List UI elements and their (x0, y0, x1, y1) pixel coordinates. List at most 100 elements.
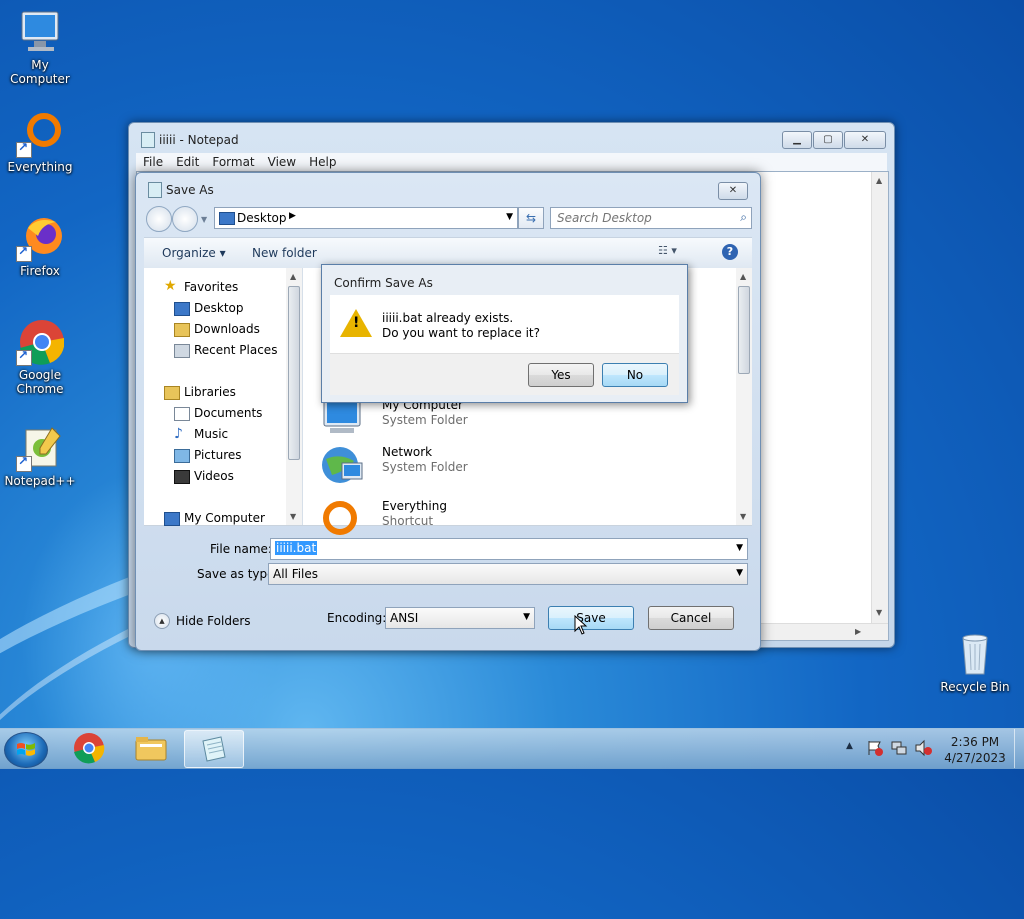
taskbar-explorer[interactable] (122, 730, 180, 766)
nav-downloads[interactable]: Downloads (194, 322, 260, 336)
file-name: Everything (382, 499, 447, 513)
menu-edit[interactable]: Edit (169, 153, 205, 169)
file-list-scrollbar[interactable]: ▲ ▼ (736, 268, 752, 525)
star-icon: ★ (164, 278, 177, 294)
network-icon[interactable] (890, 739, 908, 757)
scroll-thumb[interactable] (738, 286, 750, 374)
nav-documents[interactable]: Documents (194, 406, 262, 420)
back-button[interactable] (146, 206, 172, 232)
volume-muted-icon[interactable] (914, 739, 932, 757)
forward-button[interactable] (172, 206, 198, 232)
nav-pictures[interactable]: Pictures (194, 448, 242, 462)
file-name-label: File name: (210, 542, 272, 556)
desktop-icon-label: Firefox (20, 264, 60, 278)
scroll-down-icon: ▼ (290, 512, 297, 521)
taskbar-chrome[interactable] (60, 730, 118, 766)
save-as-type-select[interactable]: All Files ▼ (268, 563, 748, 585)
encoding-select[interactable]: ANSI ▼ (385, 607, 535, 629)
file-type: System Folder (382, 413, 468, 427)
save-as-type-label: Save as type: (197, 567, 279, 581)
show-desktop-button[interactable] (1014, 729, 1024, 768)
minimize-button[interactable]: ▁ (782, 131, 812, 149)
desktop-icon-recycle-bin[interactable]: Recycle Bin (935, 630, 1015, 694)
yes-button[interactable]: Yes (528, 363, 594, 387)
file-type: Shortcut (382, 514, 434, 528)
new-folder-button[interactable]: New folder (252, 246, 317, 260)
taskbar-notepad[interactable] (184, 730, 244, 768)
show-hidden-icons-icon[interactable]: ▲ (846, 741, 853, 751)
clock-time: 2:36 PM (950, 735, 1000, 749)
save-button[interactable]: Save (548, 606, 634, 630)
cancel-button[interactable]: Cancel (648, 606, 734, 630)
mouse-cursor-icon (574, 615, 588, 635)
nav-music[interactable]: Music (194, 427, 228, 441)
maximize-button[interactable]: ▢ (813, 131, 843, 149)
system-clock[interactable]: 2:36 PM 4/27/2023 (940, 734, 1010, 766)
scroll-down-icon: ▼ (740, 512, 747, 521)
desktop-icon-label: My Computer (10, 58, 70, 86)
notepad-title: iiiii - Notepad (159, 133, 239, 147)
menu-help[interactable]: Help (302, 153, 342, 169)
menu-file[interactable]: File (136, 153, 169, 169)
file-name-field[interactable]: iiiii.bat ▼ (270, 538, 748, 560)
confirm-title: Confirm Save As (334, 276, 433, 290)
encoding-value: ANSI (390, 611, 419, 625)
confirm-save-as-dialog[interactable]: Confirm Save As ! iiiii.bat already exis… (321, 264, 688, 403)
help-icon[interactable]: ? (722, 244, 738, 260)
scroll-thumb[interactable] (288, 286, 300, 460)
recent-locations-icon[interactable]: ▼ (201, 215, 207, 224)
view-options-icon[interactable]: ☷ ▾ (658, 244, 692, 257)
nav-favorites[interactable]: Favorites (184, 280, 238, 294)
desktop-icon-label: Google Chrome (16, 368, 64, 396)
libraries-icon (164, 386, 180, 400)
desktop-icon-my-computer[interactable]: My Computer (0, 8, 80, 86)
desktop-icon-chrome[interactable]: Google Chrome (0, 318, 80, 396)
encoding-label: Encoding: (327, 611, 387, 625)
search-input[interactable] (557, 211, 727, 225)
breadcrumb-arrow-icon[interactable]: ▶ (289, 211, 296, 221)
computer-icon (320, 398, 364, 442)
nav-my-computer[interactable]: My Computer (184, 511, 265, 525)
nav-videos[interactable]: Videos (194, 469, 234, 483)
close-button[interactable]: ✕ (718, 182, 748, 200)
vertical-scrollbar[interactable]: ▲ ▼ (871, 172, 888, 624)
chevron-down-icon[interactable]: ▼ (506, 212, 513, 222)
everything-icon (16, 110, 64, 158)
confirm-message-line1: iiiii.bat already exists. (382, 311, 514, 325)
address-bar[interactable]: Desktop ▶ ▼ (214, 207, 518, 229)
nav-recent-places[interactable]: Recent Places (194, 343, 277, 357)
chrome-icon (16, 318, 65, 366)
action-center-flag-icon[interactable] (866, 739, 884, 757)
notepad-plus-plus-icon (16, 424, 64, 472)
monitor-icon (16, 8, 64, 56)
nav-scrollbar[interactable]: ▲ ▼ (286, 268, 302, 525)
organize-button[interactable]: Organize ▾ (162, 246, 226, 260)
confirm-message-area: ! iiiii.bat already exists. Do you want … (330, 295, 679, 353)
navigation-pane: ★ Favorites Desktop Downloads Recent Pla… (144, 268, 303, 526)
horizontal-scrollbar[interactable]: ▶ (757, 623, 888, 640)
nav-desktop[interactable]: Desktop (194, 301, 244, 315)
file-type: System Folder (382, 460, 468, 474)
file-name-value: iiiii.bat (275, 541, 318, 555)
nav-libraries[interactable]: Libraries (184, 385, 236, 399)
notepad-menubar: File Edit Format View Help (136, 153, 887, 171)
close-button[interactable]: ✕ (844, 131, 886, 149)
everything-icon (320, 494, 364, 538)
pictures-icon (174, 449, 190, 463)
notepad-icon (141, 132, 155, 148)
shortcut-arrow-icon (16, 140, 32, 158)
desktop-icon-everything[interactable]: Everything (0, 110, 80, 174)
desktop-icon-notepad-plus-plus[interactable]: Notepad++ (0, 424, 80, 488)
menu-view[interactable]: View (261, 153, 302, 169)
desktop-icon-firefox[interactable]: Firefox (0, 214, 80, 278)
save-as-dialog[interactable]: Save As ✕ ▼ Desktop ▶ ▼ ⇆ ⌕ Organize ▾ N… (135, 172, 761, 651)
shortcut-arrow-icon (16, 244, 32, 262)
chevron-down-icon[interactable]: ▼ (736, 543, 743, 553)
no-button[interactable]: No (602, 363, 668, 387)
videos-icon (174, 470, 190, 484)
menu-format[interactable]: Format (205, 153, 260, 169)
search-box[interactable]: ⌕ (550, 207, 752, 229)
start-button[interactable] (4, 732, 48, 768)
collapse-icon: ▲ (154, 613, 170, 629)
refresh-button[interactable]: ⇆ (518, 207, 544, 229)
